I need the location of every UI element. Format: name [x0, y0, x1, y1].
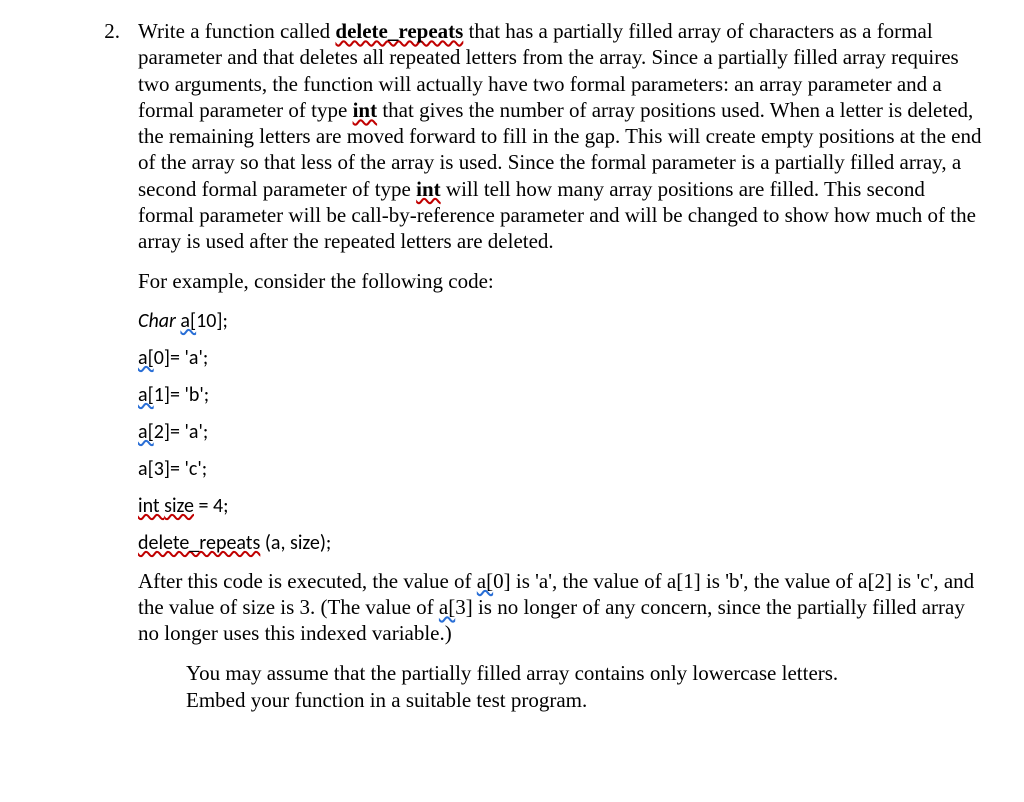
- text: 0]= 'a';: [154, 346, 209, 370]
- page: 2. Write a function called delete_repeat…: [0, 0, 1024, 733]
- type-int: int: [416, 177, 441, 201]
- code-line: a[0]= 'a';: [138, 346, 984, 371]
- text: Write a function called: [138, 19, 335, 43]
- func-name: delete_repeats: [335, 19, 463, 43]
- text: 1]= 'b';: [154, 383, 209, 407]
- array-ref: a[: [138, 346, 154, 370]
- keyword-int: int: [138, 494, 164, 518]
- code-line: a[2]= 'a';: [138, 420, 984, 445]
- array-ref: a[: [439, 595, 455, 619]
- func-call: delete_repeats: [138, 531, 260, 555]
- type-int: int: [353, 98, 378, 122]
- question-content: Write a function called delete_repeats t…: [138, 18, 984, 713]
- code-line: Char a[10];: [138, 309, 984, 334]
- question-number: 2.: [70, 18, 138, 713]
- array-ref: a[: [138, 420, 154, 444]
- paragraph-2: For example, consider the following code…: [138, 268, 984, 294]
- code-line: delete_repeats (a, size);: [138, 531, 984, 556]
- var-size: size: [164, 494, 194, 518]
- paragraph-1: Write a function called delete_repeats t…: [138, 18, 984, 254]
- array-ref: a[: [138, 383, 154, 407]
- note-block: You may assume that the partially filled…: [138, 660, 984, 713]
- text: 2]= 'a';: [154, 420, 209, 444]
- text: = 4;: [194, 494, 229, 518]
- code-line: a[3]= 'c';: [138, 457, 984, 482]
- question-item: 2. Write a function called delete_repeat…: [70, 18, 984, 713]
- code-line: a[1]= 'b';: [138, 383, 984, 408]
- array-ref: a[: [477, 569, 493, 593]
- text: 10];: [196, 309, 228, 333]
- note-line: Embed your function in a suitable test p…: [186, 687, 984, 713]
- text: (a, size);: [260, 531, 331, 555]
- paragraph-3: After this code is executed, the value o…: [138, 568, 984, 647]
- note-line: You may assume that the partially filled…: [186, 660, 984, 686]
- text: After this code is executed, the value o…: [138, 569, 477, 593]
- code-line: int size = 4;: [138, 494, 984, 519]
- array-ref: a[: [180, 309, 196, 333]
- keyword-char: Char: [138, 309, 180, 333]
